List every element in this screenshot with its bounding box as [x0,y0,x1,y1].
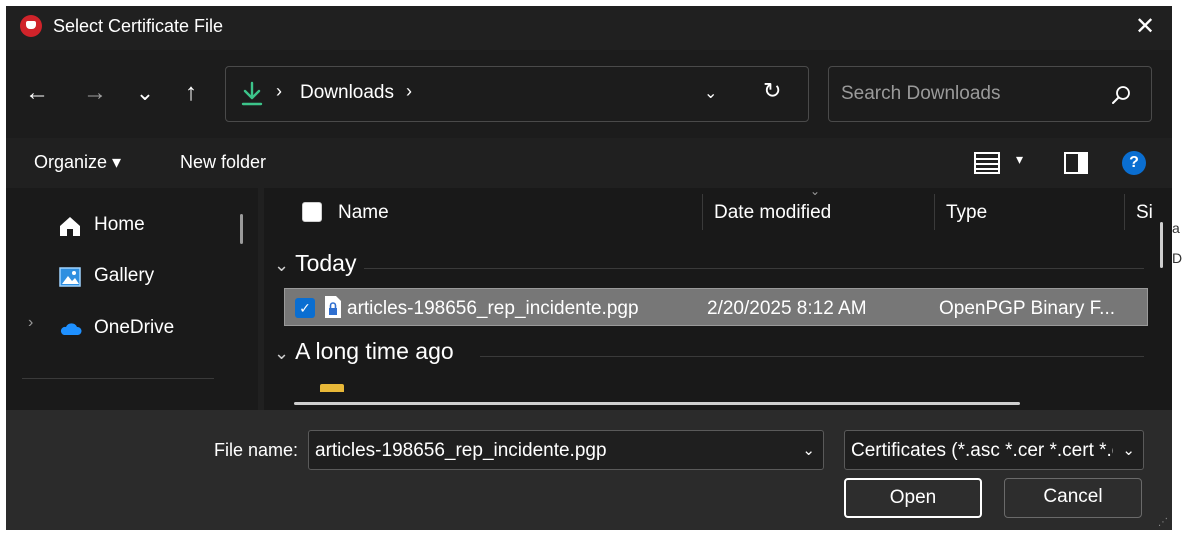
gallery-icon [59,267,81,287]
sidebar-item-label: Home [94,214,145,235]
file-name-label: File name: [214,440,299,460]
sidebar-scrollbar[interactable] [240,214,243,244]
background-text: a [1172,220,1180,236]
folder-icon [320,384,344,392]
column-header-size[interactable]: Si [1136,202,1153,224]
group-title: A long time ago [295,338,454,364]
navigation-pane: Home Gallery › OneDrive [6,188,258,410]
breadcrumb-chevron-icon[interactable]: › [276,81,282,102]
group-divider [480,356,1144,357]
group-title: Today [295,250,357,276]
search-box[interactable] [828,66,1152,122]
row-checkbox[interactable]: ✓ [295,298,315,318]
recent-locations-button[interactable]: ⌄ [130,78,160,108]
forward-button[interactable]: → [80,78,110,108]
background-text: D/ [1172,250,1182,266]
filter-dropdown-icon[interactable]: ⌄ [1122,441,1135,459]
file-list: ⌄ Name Date modified Type Si ⌄ Today ✓ ar… [264,188,1172,410]
column-separator[interactable] [934,194,935,230]
cancel-button[interactable]: Cancel [1004,478,1142,518]
breadcrumb-downloads[interactable]: Downloads [300,82,394,104]
file-name: articles-198656_rep_incidente.pgp [347,298,639,319]
window-title: Select Certificate File [53,16,224,36]
column-header-name[interactable]: Name [338,202,389,224]
group-divider [364,268,1144,269]
group-header-a-long-time-ago[interactable]: ⌄ A long time ago [274,338,454,365]
file-name-input[interactable] [315,439,785,463]
preview-pane-icon[interactable] [1064,152,1088,174]
bottom-bar: File name: ⌄ Certificates (*.asc *.cer *… [6,410,1172,530]
navigation-bar: ← → ⌄ ↑ › Downloads › ⌄ ↻ [6,50,1172,138]
file-type: OpenPGP Binary F... [939,298,1116,319]
column-separator[interactable] [702,194,703,230]
app-logo-icon [20,15,42,37]
address-bar[interactable]: › Downloads › ⌄ ↻ [225,66,809,122]
sidebar-item-label: Gallery [94,265,155,286]
new-folder-button[interactable]: New folder [180,152,266,173]
title-bar: Select Certificate File ✕ [6,6,1172,50]
select-certificate-dialog: Select Certificate File ✕ ← → ⌄ ↑ › Down… [6,6,1172,530]
search-icon[interactable] [1111,85,1131,105]
download-icon [241,81,263,106]
resize-grip-icon[interactable]: ⋰ [1158,517,1168,528]
vertical-scrollbar[interactable] [1160,222,1163,268]
column-header-date-modified[interactable]: Date modified [714,202,831,224]
sort-caret-icon: ⌄ [810,188,821,198]
sidebar-divider [22,378,214,379]
horizontal-scrollbar[interactable] [294,402,1020,405]
open-button[interactable]: Open [844,478,982,518]
view-options-icon[interactable] [974,152,1000,174]
file-date-modified: 2/20/2025 8:12 AM [707,298,867,319]
up-button[interactable]: ↑ [176,78,206,108]
file-type-filter-select[interactable]: Certificates (*.asc *.cer *.cert *.c ⌄ [844,430,1144,470]
search-input[interactable] [841,81,1101,107]
group-header-today[interactable]: ⌄ Today [274,250,356,277]
table-row[interactable]: ✓ articles-198656_rep_incidente.pgp 2/20… [284,288,1148,326]
address-dropdown-icon[interactable]: ⌄ [704,83,717,103]
organize-button[interactable]: Organize ▾ [34,152,121,173]
sidebar-item-label: OneDrive [94,317,175,338]
help-icon[interactable]: ? [1122,151,1146,175]
file-name-combobox[interactable]: ⌄ [308,430,824,470]
refresh-button[interactable]: ↻ [763,78,781,104]
collapse-chevron-icon[interactable]: ⌄ [274,343,289,363]
back-button[interactable]: ← [22,78,52,108]
file-name-dropdown-icon[interactable]: ⌄ [802,441,815,459]
expand-onedrive-chevron-icon[interactable]: › [28,314,33,332]
collapse-chevron-icon[interactable]: ⌄ [274,255,289,275]
breadcrumb-chevron-icon[interactable]: › [406,81,412,102]
lock-file-icon [325,296,341,318]
file-type-filter-value: Certificates (*.asc *.cer *.cert *.c [851,440,1113,461]
command-bar: Organize ▾ New folder ▾ ? [6,138,1172,188]
home-icon [60,217,80,236]
close-button[interactable]: ✕ [1128,10,1162,44]
view-dropdown-icon[interactable]: ▾ [1016,151,1023,168]
column-separator[interactable] [1124,194,1125,230]
column-header-type[interactable]: Type [946,202,987,224]
onedrive-icon [60,323,82,335]
select-all-checkbox[interactable] [302,202,322,222]
background-window-peek: a D/ [1172,210,1182,270]
